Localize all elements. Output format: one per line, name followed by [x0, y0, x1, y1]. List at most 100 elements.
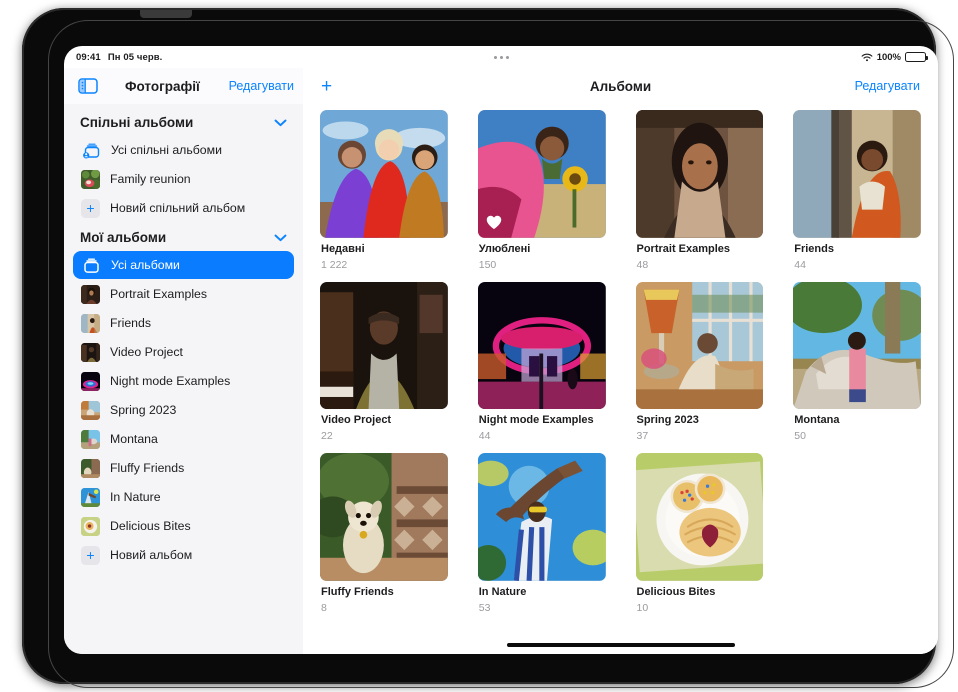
sidebar-item-montana[interactable]: Montana — [73, 425, 294, 453]
album-cover-image[interactable] — [793, 282, 921, 410]
album-card-delicious-bites[interactable]: Delicious Bites 10 — [636, 453, 764, 615]
album-title: Delicious Bites — [637, 586, 763, 600]
album-meta: Fluffy Friends 8 — [320, 581, 448, 615]
album-title: Night mode Examples — [479, 414, 605, 428]
sidebar-item-all-shared-albums[interactable]: Усі спільні альбоми — [73, 136, 294, 164]
album-title: Fluffy Friends — [321, 586, 447, 600]
album-meta: Portrait Examples 48 — [636, 238, 764, 272]
album-card-portrait-examples[interactable]: Portrait Examples 48 — [636, 110, 764, 272]
album-cover-image[interactable] — [320, 453, 448, 581]
album-meta: Delicious Bites 10 — [636, 581, 764, 615]
album-count: 10 — [637, 601, 763, 615]
battery-icon — [905, 52, 926, 62]
wifi-icon — [861, 53, 873, 62]
album-cover-image[interactable] — [478, 282, 606, 410]
album-stack-icon — [81, 255, 101, 275]
album-card-video-project[interactable]: Video Project 22 — [320, 282, 448, 444]
album-card-friends[interactable]: Friends 44 — [793, 110, 921, 272]
chevron-down-icon[interactable] — [274, 234, 287, 242]
album-cover-image[interactable] — [320, 282, 448, 410]
album-meta: Friends 44 — [793, 238, 921, 272]
album-grid-scroll-area[interactable]: Недавні 1 222 — [303, 104, 938, 636]
album-thumbnail — [81, 488, 100, 507]
sidebar-header: Фотографії Редагувати — [64, 68, 303, 104]
chevron-down-icon[interactable] — [274, 119, 287, 127]
album-thumbnail — [81, 401, 100, 420]
album-card-fluffy-friends[interactable]: Fluffy Friends 8 — [320, 453, 448, 615]
album-cover-image[interactable] — [636, 110, 764, 238]
album-cover-image[interactable] — [793, 110, 921, 238]
album-thumbnail — [81, 170, 100, 189]
sidebar: Фотографії Редагувати Спільні альбоми — [64, 68, 303, 654]
album-title: Portrait Examples — [637, 243, 763, 257]
album-count: 48 — [637, 258, 763, 272]
sidebar-item-fluffy-friends[interactable]: Fluffy Friends — [73, 454, 294, 482]
sidebar-item-delicious-bites[interactable]: Delicious Bites — [73, 512, 294, 540]
album-cover-image[interactable] — [636, 282, 764, 410]
album-thumbnail — [81, 285, 100, 304]
album-thumbnail — [81, 372, 100, 391]
album-card-spring-2023[interactable]: Spring 2023 37 — [636, 282, 764, 444]
sidebar-item-label: Night mode Examples — [110, 374, 230, 388]
sidebar-item-new-album[interactable]: + Новий альбом — [73, 541, 294, 569]
sidebar-item-label: Усі спільні альбоми — [111, 143, 222, 157]
album-title: Friends — [794, 243, 920, 257]
sidebar-edit-button[interactable]: Редагувати — [229, 79, 294, 93]
sidebar-item-label: Family reunion — [110, 172, 191, 186]
sidebar-app-title: Фотографії — [125, 79, 200, 94]
sidebar-item-label: Усі альбоми — [111, 258, 180, 272]
sidebar-item-label: Portrait Examples — [110, 287, 207, 301]
sidebar-item-family-reunion[interactable]: Family reunion — [73, 165, 294, 193]
sidebar-item-friends[interactable]: Friends — [73, 309, 294, 337]
album-meta: Night mode Examples 44 — [478, 409, 606, 443]
plus-icon: + — [81, 546, 100, 565]
sidebar-scroll-area[interactable]: Спільні альбоми — [64, 104, 303, 654]
sidebar-item-label: Spring 2023 — [110, 403, 176, 417]
sidebar-item-label: Montana — [110, 432, 158, 446]
album-title: In Nature — [479, 586, 605, 600]
page-title: Альбоми — [303, 79, 938, 94]
album-cover-image[interactable] — [636, 453, 764, 581]
album-cover-image[interactable] — [478, 453, 606, 581]
add-album-plus-icon[interactable]: + — [321, 77, 332, 96]
album-cover-image[interactable] — [478, 110, 606, 238]
sidebar-item-portrait-examples[interactable]: Portrait Examples — [73, 280, 294, 308]
sidebar-item-video-project[interactable]: Video Project — [73, 338, 294, 366]
album-count: 50 — [794, 429, 920, 443]
ipad-device-frame: 09:41 Пн 05 черв. 100% — [22, 8, 936, 684]
sidebar-item-night-mode-examples[interactable]: Night mode Examples — [73, 367, 294, 395]
sidebar-item-all-albums[interactable]: Усі альбоми — [73, 251, 294, 279]
album-title: Недавні — [321, 243, 447, 257]
album-grid: Недавні 1 222 — [320, 110, 921, 615]
album-count: 53 — [479, 601, 605, 615]
favorite-heart-icon — [486, 215, 502, 230]
album-meta: Video Project 22 — [320, 409, 448, 443]
ipad-screen: 09:41 Пн 05 черв. 100% — [64, 46, 938, 654]
app-body: Фотографії Редагувати Спільні альбоми — [64, 68, 938, 654]
sidebar-item-new-shared-album[interactable]: + Новий спільний альбом — [73, 194, 294, 222]
home-indicator-area — [303, 636, 938, 654]
album-card-favorites[interactable]: Улюблені 150 — [478, 110, 606, 272]
sidebar-section-title: Спільні альбоми — [80, 115, 193, 130]
sidebar-toggle-icon[interactable] — [77, 77, 99, 95]
album-cover-image[interactable] — [320, 110, 448, 238]
album-card-night-mode-examples[interactable]: Night mode Examples 44 — [478, 282, 606, 444]
sidebar-item-label: Fluffy Friends — [110, 461, 184, 475]
multitasking-dots-icon[interactable] — [494, 56, 509, 59]
sidebar-item-label: Video Project — [110, 345, 183, 359]
sidebar-item-in-nature[interactable]: In Nature — [73, 483, 294, 511]
sidebar-item-spring-2023[interactable]: Spring 2023 — [73, 396, 294, 424]
album-thumbnail — [81, 314, 100, 333]
album-card-montana[interactable]: Montana 50 — [793, 282, 921, 444]
status-bar-center — [64, 46, 938, 68]
album-card-in-nature[interactable]: In Nature 53 — [478, 453, 606, 615]
home-indicator[interactable] — [507, 643, 735, 647]
album-card-recents[interactable]: Недавні 1 222 — [320, 110, 448, 272]
status-bar-right: 100% — [861, 46, 926, 68]
album-count: 1 222 — [321, 258, 447, 272]
sidebar-section-header-shared-albums[interactable]: Спільні альбоми — [73, 108, 294, 136]
main-edit-button[interactable]: Редагувати — [855, 79, 920, 93]
album-meta: In Nature 53 — [478, 581, 606, 615]
sidebar-section-header-my-albums[interactable]: Мої альбоми — [73, 223, 294, 251]
sidebar-item-label: Delicious Bites — [110, 519, 191, 533]
